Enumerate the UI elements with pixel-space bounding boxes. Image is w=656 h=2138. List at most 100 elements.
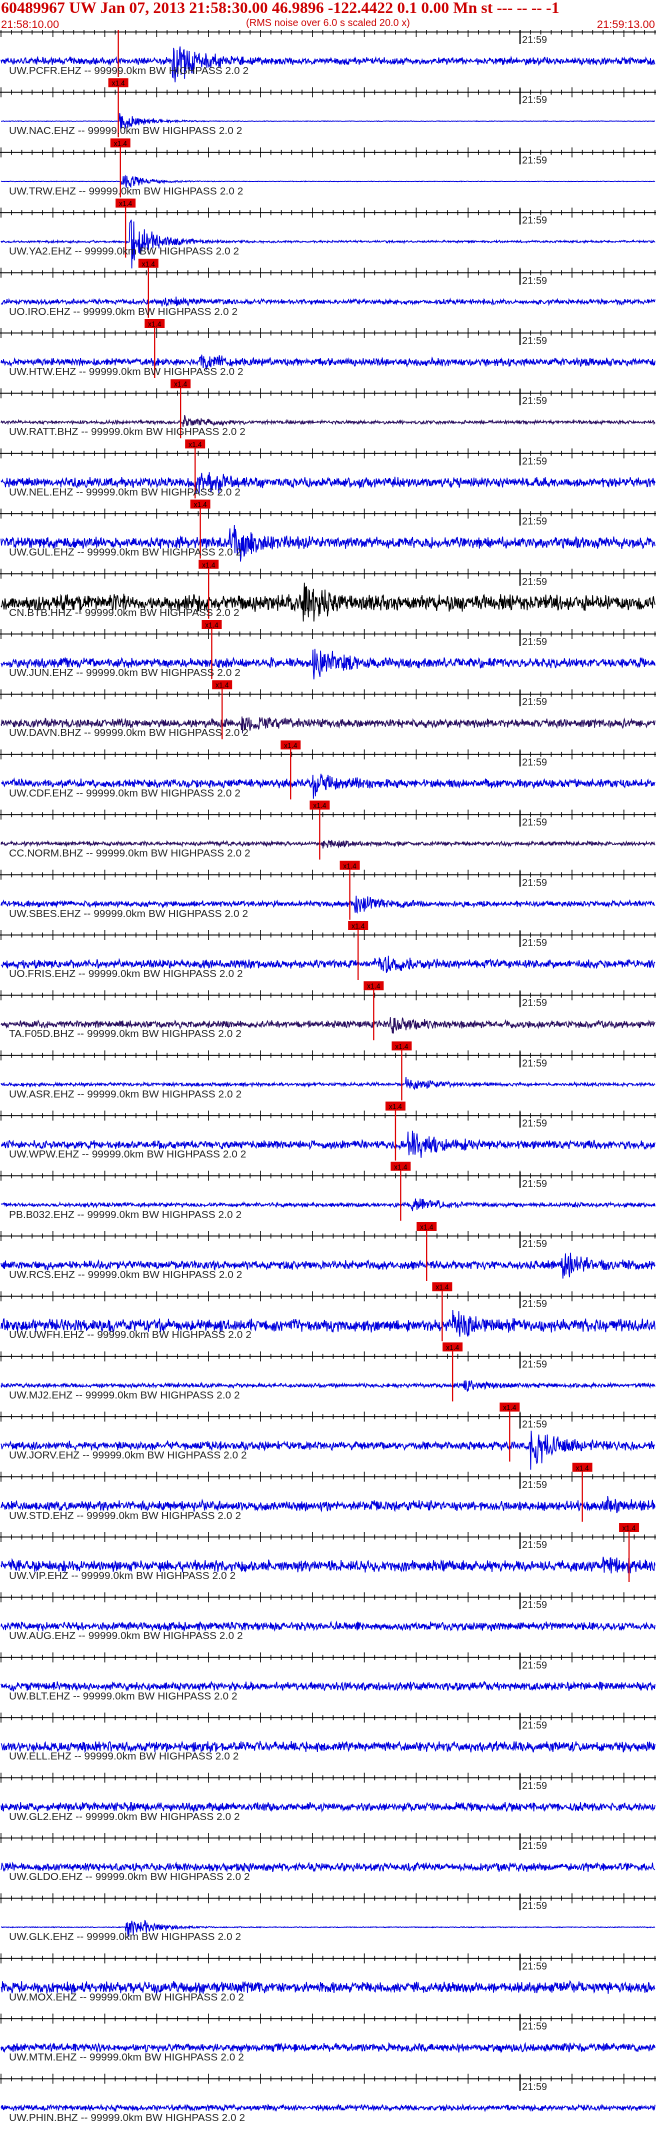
event-title: 60489967 UW Jan 07, 2013 21:58:30.00 46.… [1,0,560,17]
minute-label: 21:59 [522,155,547,166]
station-label: UW.WPW.EHZ -- 99999.0km BW HIGHPASS 2.0 … [9,1149,246,1161]
minute-label: 21:59 [522,1901,547,1912]
minute-label: 21:59 [522,1781,547,1792]
minute-label: 21:59 [522,456,547,467]
station-label: UW.GL2.EHZ -- 99999.0km BW HIGHPASS 2.0 … [9,1811,240,1823]
minute-label: 21:59 [522,1420,547,1431]
minute-label: 21:59 [522,818,547,829]
station-label: UW.GLDO.EHZ -- 99999.0km BW HIGHPASS 2.0… [9,1871,250,1883]
station-label: UW.SBES.EHZ -- 99999.0km BW HIGHPASS 2.0… [9,908,248,920]
pick-label: x1.4 [119,201,132,208]
station-label: UW.MJ2.EHZ -- 99999.0km BW HIGHPASS 2.0 … [9,1389,240,1401]
station-label: UW.DAVN.BHZ -- 99999.0km BW HIGHPASS 2.0… [9,727,249,739]
station-label: UW.NAC.EHZ -- 99999.0km BW HIGHPASS 2.0 … [9,125,242,137]
station-label: UO.IRO.EHZ -- 99999.0km BW HIGHPASS 2.0 … [9,306,238,318]
minute-label: 21:59 [522,938,547,949]
pick-label: x1.4 [194,502,207,509]
station-label: UW.PHIN.BHZ -- 99999.0km BW HIGHPASS 2.0… [9,2112,245,2124]
station-label: UW.ASR.EHZ -- 99999.0km BW HIGHPASS 2.0 … [9,1088,242,1100]
minute-label: 21:59 [522,1600,547,1611]
waveform-trace [0,219,656,269]
minute-label: 21:59 [522,1119,547,1130]
seismogram-panel: 21:59 x1.4 UW.PCFR.EHZ -- 99999.0km BW HIG… [0,30,656,2124]
minute-label: 21:59 [522,998,547,1009]
minute-label: 21:59 [522,1721,547,1732]
time-ticks [0,30,656,37]
minute-label: 21:59 [522,1359,547,1370]
pick-label: x1.4 [284,743,297,750]
pick-label: x1.4 [436,1285,449,1292]
pick-label: x1.4 [395,1044,408,1051]
minute-label: 21:59 [522,276,547,287]
station-label: CN.BTB.HHZ -- 99999.0km BW HIGHPASS 2.0 … [9,607,239,619]
minute-label: 21:59 [522,517,547,528]
pick-label: x1.4 [148,322,161,329]
waveform-trace [0,2103,656,2113]
station-label: UW.TRW.EHZ -- 99999.0km BW HIGHPASS 2.0 … [9,185,243,197]
minute-label: 21:59 [522,216,547,227]
minute-label: 21:59 [522,2022,547,2033]
pick-label: x1.4 [114,141,127,148]
waveform-trace [0,1076,656,1091]
station-label: UO.FRIS.EHZ -- 99999.0km BW HIGHPASS 2.0… [9,968,243,980]
pick-label: x1.4 [202,562,215,569]
minute-label: 21:59 [522,1299,547,1310]
station-label: UW.BLT.EHZ -- 99999.0km BW HIGHPASS 2.0 … [9,1690,238,1702]
minute-label: 21:59 [522,1480,547,1491]
minute-label: 21:59 [522,878,547,889]
station-label: UW.GUL.EHZ -- 99999.0km BW HIGHPASS 2.0 … [9,547,242,559]
minute-label: 21:59 [522,35,547,46]
station-label: UW.STD.EHZ -- 99999.0km BW HIGHPASS 2.0 … [9,1510,241,1522]
station-label: UW.RATT.BHZ -- 99999.0km BW HIGHPASS 2.0… [9,426,246,438]
station-label: UW.YA2.EHZ -- 99999.0km BW HIGHPASS 2.0 … [9,246,239,258]
minute-label: 21:59 [522,757,547,768]
scaling-note: (RMS noise over 6.0 s scaled 20.0 x) [246,18,410,29]
pick-label: x1.4 [389,1104,402,1111]
minute-label: 21:59 [522,95,547,106]
station-label: UW.HTW.EHZ -- 99999.0km BW HIGHPASS 2.0 … [9,366,244,378]
minute-label: 21:59 [522,697,547,708]
pick-label: x1.4 [174,382,187,389]
minute-label: 21:59 [522,336,547,347]
minute-label: 21:59 [522,1179,547,1190]
station-label: UW.MOX.EHZ -- 99999.0km BW HIGHPASS 2.0 … [9,1991,244,2003]
pick-label: x1.4 [313,803,326,810]
minute-label: 21:59 [522,396,547,407]
pick-label: x1.4 [343,863,356,870]
pick-label: x1.4 [503,1405,516,1412]
station-label: UW.JUN.EHZ -- 99999.0km BW HIGHPASS 2.0 … [9,667,241,679]
minute-label: 21:59 [522,637,547,648]
minute-label: 21:59 [522,1961,547,1972]
minute-label: 21:59 [522,1540,547,1551]
minute-label: 21:59 [522,1660,547,1671]
pick-label: x1.4 [420,1225,433,1232]
station-label: UW.RCS.EHZ -- 99999.0km BW HIGHPASS 2.0 … [9,1269,242,1281]
station-label: UW.ELL.EHZ -- 99999.0km BW HIGHPASS 2.0 … [9,1751,239,1763]
station-label: UW.VIP.EHZ -- 99999.0km BW HIGHPASS 2.0 … [9,1570,236,1582]
pick-label: x1.4 [112,81,125,88]
station-label: UW.JORV.EHZ -- 99999.0km BW HIGHPASS 2.0… [9,1450,247,1462]
header: 60489967 UW Jan 07, 2013 21:58:30.00 46.… [0,0,656,34]
pick-label: x1.4 [189,442,202,449]
pick-label: x1.4 [351,924,364,931]
pick-label: x1.4 [215,683,228,690]
station-label: UW.MTM.EHZ -- 99999.0km BW HIGHPASS 2.0 … [9,2052,244,2064]
station-label: TA.F05D.BHZ -- 99999.0km BW HIGHPASS 2.0… [9,1028,242,1040]
station-label: UW.AUG.EHZ -- 99999.0km BW HIGHPASS 2.0 … [9,1630,243,1642]
waveform-trace [0,414,656,427]
pick-label: x1.4 [142,261,155,268]
minute-label: 21:59 [522,1239,547,1250]
station-label: UW.PCFR.EHZ -- 99999.0km BW HIGHPASS 2.0… [9,65,249,77]
pick-label: x1.4 [446,1345,459,1352]
pick-label: x1.4 [205,623,218,630]
station-label: UW.NEL.EHZ -- 99999.0km BW HIGHPASS 2.0 … [9,486,241,498]
station-label: CC.NORM.BHZ -- 99999.0km BW HIGHPASS 2.0… [9,848,251,860]
pick-label: x1.4 [394,1164,407,1171]
pick-label: x1.4 [622,1526,635,1533]
minute-label: 21:59 [522,1058,547,1069]
station-label: UW.CDF.EHZ -- 99999.0km BW HIGHPASS 2.0 … [9,787,241,799]
minute-label: 21:59 [522,577,547,588]
pick-label: x1.4 [367,984,380,991]
station-label: UW.GLK.EHZ -- 99999.0km BW HIGHPASS 2.0 … [9,1931,241,1943]
station-label: UW.UWFH.EHZ -- 99999.0km BW HIGHPASS 2.0… [9,1329,252,1341]
